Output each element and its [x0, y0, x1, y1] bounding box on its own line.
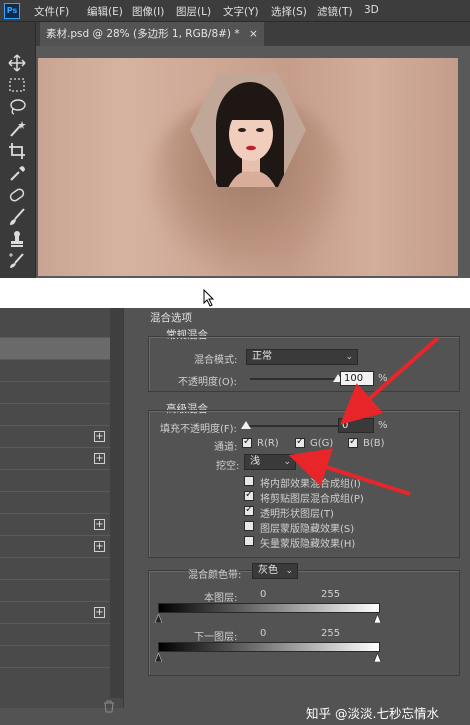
- menu-bar: Ps 文件(F) 编辑(E) 图像(I) 图层(L) 文字(Y) 选择(S) 滤…: [0, 0, 470, 22]
- tools-panel: [0, 22, 36, 278]
- menu-3d[interactable]: 3D: [364, 4, 379, 16]
- clone-stamp-icon[interactable]: [6, 230, 28, 248]
- lasso-tool-icon[interactable]: [6, 98, 28, 116]
- brush-tool-icon[interactable]: [6, 208, 28, 226]
- magic-wand-icon[interactable]: [6, 120, 28, 138]
- photoshop-logo: Ps: [4, 3, 20, 19]
- divider-strip: [0, 278, 470, 308]
- menu-image[interactable]: 图像(I): [132, 4, 164, 19]
- document-tab-label: 素材.psd @ 28% (多边形 1, RGB/8#) *: [46, 28, 240, 40]
- menu-edit[interactable]: 编辑(E): [87, 4, 123, 19]
- menu-select[interactable]: 选择(S): [271, 4, 307, 19]
- mouse-cursor-icon: [203, 289, 215, 307]
- move-tool-icon[interactable]: [6, 54, 28, 72]
- menu-layer[interactable]: 图层(L): [176, 4, 211, 19]
- annotation-arrows: [288, 336, 440, 496]
- marquee-tool-icon[interactable]: [6, 76, 28, 94]
- healing-brush-icon[interactable]: [6, 186, 28, 204]
- history-brush-icon[interactable]: [6, 252, 28, 270]
- menu-type[interactable]: 文字(Y): [223, 4, 259, 19]
- photoshop-window: Ps 文件(F) 编辑(E) 图像(I) 图层(L) 文字(Y) 选择(S) 滤…: [0, 0, 470, 278]
- knockout-arrow: [288, 448, 411, 496]
- menu-file[interactable]: 文件(F): [34, 4, 69, 19]
- document-tab-bar: 素材.psd @ 28% (多边形 1, RGB/8#) * ×: [36, 22, 470, 46]
- eyedropper-icon[interactable]: [6, 164, 28, 182]
- close-tab-icon[interactable]: ×: [249, 28, 258, 40]
- hexagon-portrait: [190, 73, 306, 187]
- document-canvas[interactable]: [38, 58, 458, 276]
- document-tab[interactable]: 素材.psd @ 28% (多边形 1, RGB/8#) * ×: [40, 22, 264, 46]
- crop-tool-icon[interactable]: [6, 142, 28, 160]
- menu-filter[interactable]: 滤镜(T): [317, 4, 353, 19]
- watermark-text: 知乎 @淡淡.七秒忘情水: [306, 706, 439, 721]
- layer-style-dialog: + + + + + 混合选项 常规混合 混合模式: 正常 ⌄ 不透明度(O): …: [0, 308, 470, 725]
- fill-opacity-arrow: [340, 336, 440, 425]
